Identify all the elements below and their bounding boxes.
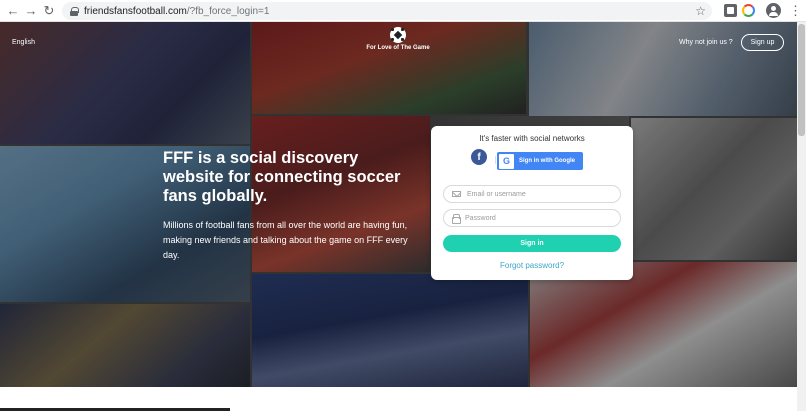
page-viewport: English For Love of The Game Why not joi…	[0, 22, 797, 411]
back-arrow-icon[interactable]: ←	[4, 2, 22, 20]
forward-arrow-icon[interactable]: →	[22, 2, 40, 20]
password-field[interactable]: Password	[443, 209, 621, 227]
why-join-text: Why not join us ?	[679, 39, 733, 46]
hero-subcopy: Millions of football fans from all over …	[163, 220, 408, 260]
logo-tagline: For Love of The Game	[366, 45, 430, 51]
browser-toolbar: ← → ↻ friendsfansfootball.com/?fb_force_…	[0, 0, 806, 22]
signup-button[interactable]: Sign up	[741, 34, 784, 51]
google-signin-label: Sign in with Google	[519, 158, 575, 164]
email-field[interactable]: Email or username	[443, 185, 621, 203]
url-path: /?fb_force_login=1	[186, 5, 270, 17]
social-divider	[495, 156, 496, 164]
password-placeholder: Password	[465, 214, 496, 222]
forgot-password-link[interactable]: Forgot password?	[431, 261, 633, 270]
soccer-ball-icon	[390, 27, 406, 43]
extension-color-icon[interactable]	[742, 4, 755, 17]
facebook-login-button[interactable]: f	[471, 149, 487, 165]
email-placeholder: Email or username	[467, 190, 526, 198]
signin-button[interactable]: Sign in	[443, 235, 621, 252]
address-bar[interactable]: friendsfansfootball.com/?fb_force_login=…	[62, 2, 712, 20]
lock-icon	[70, 6, 79, 16]
lock-icon	[452, 214, 461, 224]
language-selector[interactable]: English	[12, 39, 35, 46]
google-icon: G	[499, 153, 514, 169]
page-scrollbar[interactable]	[797, 22, 806, 411]
hero-headline: FFF is a social discovery website for co…	[163, 149, 401, 205]
bookmark-star-icon[interactable]: ☆	[695, 4, 706, 18]
social-login-title: It's faster with social networks	[479, 134, 585, 143]
profile-avatar-icon[interactable]	[766, 3, 781, 18]
mail-icon	[452, 191, 461, 197]
reload-icon[interactable]: ↻	[40, 2, 58, 20]
site-logo[interactable]: For Love of The Game	[362, 27, 434, 51]
url-domain: friendsfansfootball.com	[84, 5, 187, 17]
browser-menu-icon[interactable]: ⋮	[789, 4, 802, 17]
google-signin-button[interactable]: G Sign in with Google	[497, 152, 583, 170]
hero-collage: English For Love of The Game Why not joi…	[0, 22, 797, 387]
login-card: It's faster with social networks f G Sig…	[431, 126, 633, 280]
scrollbar-thumb[interactable]	[798, 24, 805, 136]
extension-icon[interactable]	[724, 4, 737, 17]
